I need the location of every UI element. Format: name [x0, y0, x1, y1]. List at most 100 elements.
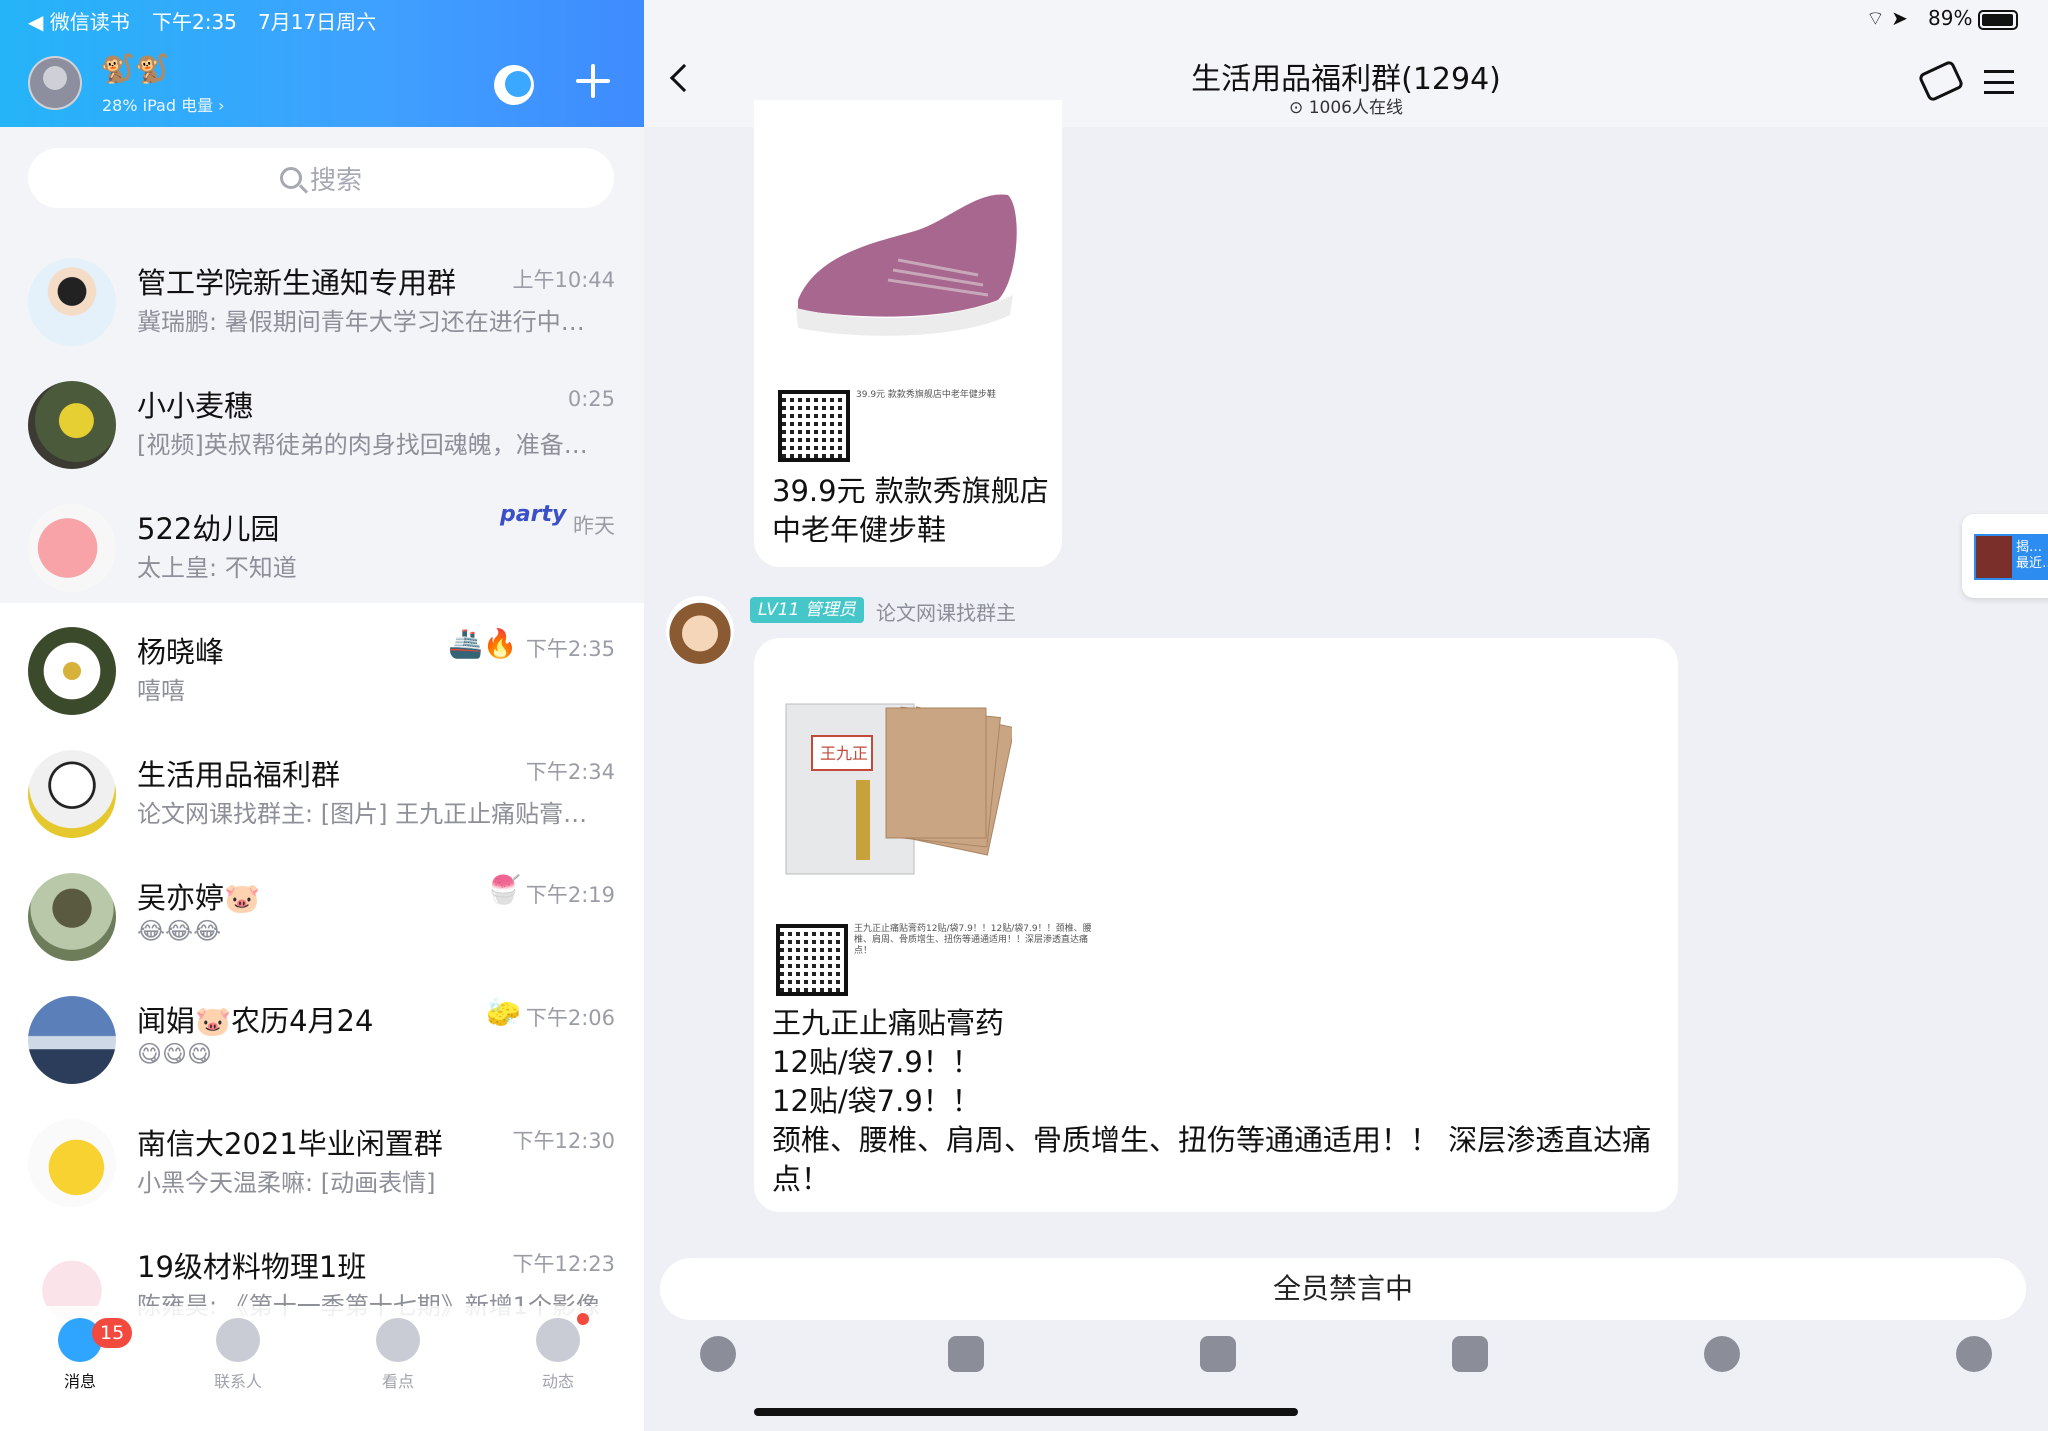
image-icon[interactable] [948, 1336, 984, 1372]
avatar [28, 750, 116, 838]
emoji-icon[interactable] [1704, 1336, 1740, 1372]
plus-icon[interactable] [576, 64, 610, 98]
status-back-app[interactable]: ◀ 微信读书 [28, 6, 130, 35]
home-indicator [754, 1408, 1298, 1416]
more-plus-icon[interactable] [1956, 1336, 1992, 1372]
conversation-name: 杨晓峰 [137, 635, 225, 669]
pink-sneaker-image [796, 194, 1017, 336]
camera-icon[interactable] [1200, 1336, 1236, 1372]
tab-label: 消息 [63, 1372, 96, 1391]
shaved-ice-badge-icon: 🍧 [486, 873, 521, 906]
avatar [28, 381, 116, 469]
planet-icon [536, 1318, 580, 1362]
floating-side-card[interactable]: 揭… 最近… [1962, 514, 2048, 598]
moon-icon[interactable] [494, 65, 534, 105]
status-time: 下午2:35 [152, 10, 237, 34]
unread-count-badge: 15 [92, 1318, 133, 1348]
tab-label: 看点 [381, 1372, 414, 1391]
conversation-item[interactable]: 522幼儿园 party 昨天 太上皇: 不知道 [0, 480, 644, 603]
conversation-item[interactable]: 杨晓峰 🚢🔥 下午2:35 嘻嘻 [0, 603, 644, 726]
conversation-name: 吴亦婷🐷 [137, 881, 261, 915]
feed-notification-dot [577, 1313, 589, 1325]
message-line: 12贴/袋7.9！！ [772, 1045, 981, 1079]
tab-label: 动态 [541, 1372, 574, 1391]
party-badge-icon: party [500, 502, 567, 527]
wifi-location-icon: ⌔ ➤ [1866, 6, 1908, 30]
search-placeholder: 搜索 [309, 165, 362, 196]
avatar [28, 627, 116, 715]
message-line: 39.9元 款款秀旗舰店 [772, 474, 1049, 508]
conversation-preview: 论文网课找群主: [图片] 王九正止痛贴膏药… [137, 800, 607, 828]
menu-icon[interactable] [1984, 70, 2014, 94]
ship-fire-badge-icon: 🚢🔥 [448, 627, 518, 660]
conversation-time: 0:25 [567, 387, 615, 411]
qr-code-image[interactable] [776, 924, 848, 996]
conversation-time: 昨天 [573, 514, 615, 538]
tab-feed[interactable]: 动态 [518, 1318, 598, 1392]
chat-title: 生活用品福利群(1294) [1191, 62, 1501, 97]
conversation-name: 南信大2021毕业闲置群 [137, 1127, 443, 1161]
battery-percent: 89% [1928, 6, 1973, 30]
conversation-time: 下午2:35 [525, 637, 615, 661]
search-icon [279, 167, 302, 189]
conversation-name: 生活用品福利群 [137, 758, 341, 792]
conversation-name: 小小麦穗 [137, 389, 254, 423]
side-card-image [1976, 536, 2012, 578]
pain-relief-plaster-image: 王九正 [785, 703, 1012, 875]
conversation-time: 下午12:30 [512, 1129, 615, 1153]
tab-label: 联系人 [213, 1372, 262, 1391]
avatar [28, 504, 116, 592]
eye-icon [376, 1318, 420, 1362]
my-avatar[interactable] [28, 56, 82, 110]
side-card-thumbnail: 揭… 最近… [1974, 534, 2048, 580]
avatar [28, 258, 116, 346]
conversation-preview: 小黑今天温柔嘛: [动画表情] [137, 1169, 436, 1197]
conversation-item[interactable]: 生活用品福利群 下午2:34 论文网课找群主: [图片] 王九正止痛贴膏药… [0, 726, 644, 849]
conversation-item[interactable]: 闻娟🐷农历4月24 🧽 下午2:06 😋😋😋 [0, 972, 644, 1095]
avatar [28, 873, 116, 961]
sender-name[interactable]: 论文网课找群主 [876, 597, 1016, 626]
message-line: 中老年健步鞋 [772, 513, 947, 547]
tab-contacts[interactable]: 联系人 [198, 1318, 278, 1392]
conversation-preview: 太上皇: 不知道 [137, 554, 297, 582]
sponge-badge-icon: 🧽 [486, 996, 521, 1029]
ipad-battery-hint[interactable]: 28% iPad 电量 › [102, 92, 225, 116]
conversation-time: 下午2:34 [525, 760, 615, 784]
message-bubble[interactable]: 39.9元 款款秀旗舰店中老年健步鞋 39.9元 款款秀旗舰店 中老年健步鞋 [754, 100, 1062, 567]
all-muted-bar: 全员禁言中 [660, 1258, 2026, 1320]
conversation-item[interactable]: 小小麦穗 0:25 [视频]英叔帮徒弟的肉身找回魂魄，准备… [0, 357, 644, 480]
microphone-icon[interactable] [700, 1336, 736, 1372]
conversation-item[interactable]: 吴亦婷🐷 🍧 下午2:19 😂😂😂 [0, 849, 644, 972]
battery-icon [1978, 10, 2018, 30]
conversation-preview: 嘻嘻 [137, 677, 185, 705]
message-line: 颈椎、腰椎、肩周、骨质增生、扭伤等通通适用！！ 深层渗透直达痛 [772, 1123, 1652, 1157]
sender-avatar[interactable] [666, 596, 734, 664]
tab-watch[interactable]: 看点 [358, 1318, 438, 1392]
conversation-list-pane: ◀ 微信读书 下午2:35 7月17日周六 🐒🐒 28% iPad 电量 › 搜… [0, 0, 644, 1431]
search-input[interactable]: 搜索 [28, 148, 614, 208]
avatar [28, 1119, 116, 1207]
svg-text:王九正: 王九正 [820, 744, 868, 763]
message-text: 王九正止痛贴膏药 12贴/袋7.9！！ 12贴/袋7.9！！ 颈椎、腰椎、肩周、… [772, 1004, 1662, 1199]
search-area: 搜索 [0, 127, 644, 234]
conversation-preview: 😂😂😂 [137, 917, 222, 945]
qr-code-image[interactable] [778, 390, 850, 462]
online-count-text: 1006人在线 [1308, 98, 1403, 118]
conversation-item[interactable]: 管工学院新生通知专用群 上午10:44 冀瑞鹏: 暑假期间青年大学习还在进行中… [0, 234, 644, 357]
red-packet-icon[interactable] [1452, 1336, 1488, 1372]
conversation-name: 19级材料物理1班 [137, 1250, 367, 1284]
conversation-time: 下午2:19 [525, 883, 615, 907]
qr-caption: 39.9元 款款秀旗舰店中老年健步鞋 [856, 390, 996, 400]
message-text: 39.9元 款款秀旗舰店 中老年健步鞋 [772, 472, 1058, 550]
conversation-item[interactable]: 南信大2021毕业闲置群 下午12:30 小黑今天温柔嘛: [动画表情] [0, 1095, 644, 1218]
conversation-name: 522幼儿园 [137, 512, 280, 546]
conversation-time: 下午2:06 [525, 1006, 615, 1030]
monkey-emoji-status: 🐒🐒 [100, 52, 170, 85]
message-line: 点！ [772, 1162, 831, 1196]
message-line: 王九正止痛贴膏药 [772, 1006, 1005, 1040]
message-bubble[interactable]: 王九正 王九正止痛贴膏药 12贴/袋7.9！！ 12贴/袋7.9！！ 颈椎、腰椎、肩周… [754, 638, 1678, 1212]
status-date: 7月17日周六 [258, 10, 377, 34]
message-line: 12贴/袋7.9！！ [772, 1084, 981, 1118]
conversation-preview: 冀瑞鹏: 暑假期间青年大学习还在进行中… [137, 308, 585, 336]
conversation-name: 闻娟🐷农历4月24 [137, 1004, 374, 1038]
